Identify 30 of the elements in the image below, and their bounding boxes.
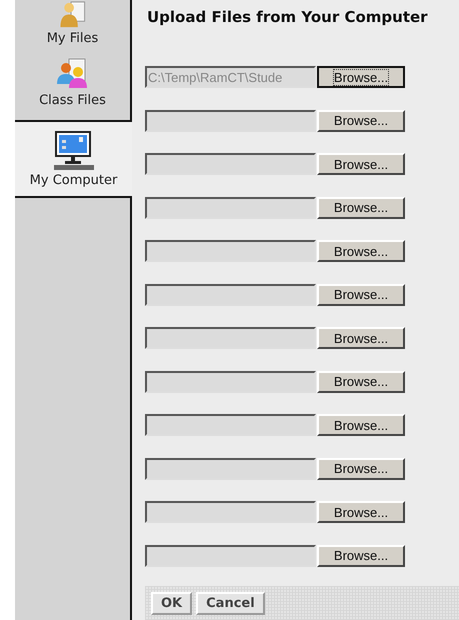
- file-path-field[interactable]: [145, 110, 316, 132]
- file-path-field[interactable]: [145, 284, 316, 306]
- sidebar-item[interactable]: My Files: [15, 0, 130, 52]
- file-path-field[interactable]: [145, 153, 316, 175]
- file-path-field[interactable]: [145, 501, 316, 523]
- browse-button[interactable]: Browse...: [317, 458, 405, 480]
- browse-button[interactable]: Browse...: [317, 240, 405, 262]
- browse-button[interactable]: Browse...: [317, 544, 405, 566]
- form-button[interactable]: OK: [151, 592, 192, 614]
- file-path-field[interactable]: [145, 544, 316, 566]
- computer-icon: [52, 130, 96, 170]
- file-path-field[interactable]: [145, 196, 316, 218]
- file-path-field[interactable]: [145, 240, 316, 262]
- page-title: Upload Files from Your Computer: [147, 8, 429, 28]
- browse-button[interactable]: Browse...: [317, 110, 405, 132]
- browse-button[interactable]: Browse...: [317, 66, 405, 88]
- browse-button[interactable]: Browse...: [317, 153, 405, 175]
- browse-button[interactable]: Browse...: [317, 327, 405, 349]
- sidebar-item[interactable]: My Computer: [15, 120, 132, 198]
- form-button[interactable]: Cancel: [196, 592, 265, 614]
- file-path-field[interactable]: [145, 458, 316, 480]
- file-path-field[interactable]: [145, 370, 316, 392]
- browse-button[interactable]: Browse...: [317, 414, 405, 436]
- browse-button[interactable]: Browse...: [317, 196, 405, 218]
- file-path-field[interactable]: [145, 414, 316, 436]
- browse-button[interactable]: Browse...: [317, 284, 405, 306]
- browse-button[interactable]: Browse...: [317, 370, 405, 392]
- sidebar-item[interactable]: Class Files: [15, 52, 130, 114]
- file-path-field[interactable]: [145, 327, 316, 349]
- browse-button[interactable]: Browse...: [317, 501, 405, 523]
